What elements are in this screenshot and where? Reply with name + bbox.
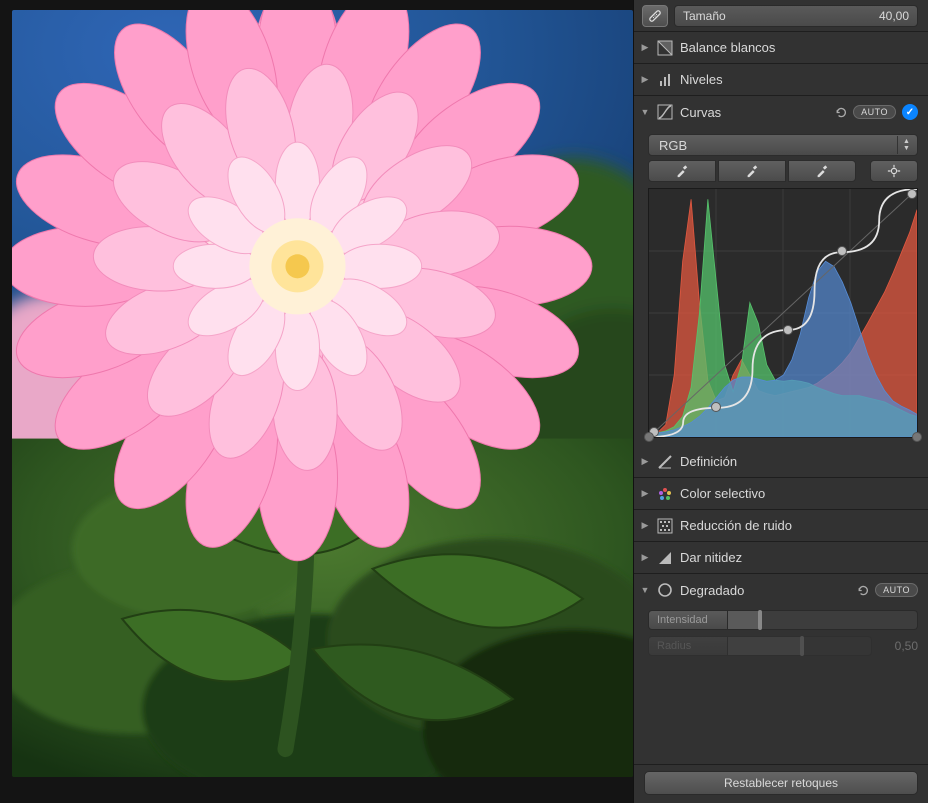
section-label: Niveles [680, 72, 918, 87]
retouch-size-label: Tamaño [683, 9, 726, 23]
vignette-intensity-slider[interactable]: Intensidad [648, 608, 918, 632]
section-white-balance[interactable]: ▶ Balance blancos [634, 32, 928, 64]
vignette-icon [656, 581, 674, 599]
disclosure-icon[interactable]: ▶ [640, 43, 650, 53]
curve-handle[interactable] [837, 246, 847, 256]
eyedropper-icon [745, 164, 759, 178]
undo-icon[interactable] [833, 105, 847, 119]
curve-handle[interactable] [783, 325, 793, 335]
curves-eyedroppers [648, 160, 918, 182]
disclosure-icon[interactable]: ▶ [640, 553, 650, 563]
levels-icon [656, 71, 674, 89]
selective-color-icon [656, 485, 674, 503]
bandage-icon [647, 8, 663, 24]
definition-icon [656, 453, 674, 471]
section-sharpen[interactable]: ▶ Dar nitidez [634, 542, 928, 574]
vignette-radius-slider[interactable]: Radius 0,50 [648, 634, 918, 658]
retouch-size-row: Tamaño 40,00 [634, 0, 928, 32]
retouch-tool-button[interactable] [642, 5, 668, 27]
eyedropper-gray-button[interactable] [718, 160, 786, 182]
curves-channel-select[interactable]: RGB ▲▼ [648, 134, 918, 156]
retouch-size-value: 40,00 [879, 9, 909, 23]
panel-footer: Restablecer retoques [634, 764, 928, 803]
eyedropper-white-button[interactable] [788, 160, 856, 182]
slider-track[interactable] [728, 610, 918, 630]
noise-icon [656, 517, 674, 535]
curve-white-clip-handle[interactable] [912, 432, 922, 442]
slider-label: Radius [648, 636, 728, 656]
eyedropper-icon [675, 164, 689, 178]
disclosure-icon[interactable]: ▶ [640, 75, 650, 85]
section-label: Degradado [680, 583, 849, 598]
undo-icon[interactable] [855, 583, 869, 597]
section-vignette[interactable]: ▼ Degradado AUTO [634, 574, 928, 606]
disclosure-icon[interactable]: ▶ [640, 457, 650, 467]
section-label: Definición [680, 454, 918, 469]
retouch-size-field[interactable]: Tamaño 40,00 [674, 5, 918, 27]
curve-black-clip-handle[interactable] [644, 432, 654, 442]
curves-channel-value: RGB [659, 138, 687, 153]
section-label: Reducción de ruido [680, 518, 918, 533]
reset-adjustments-button[interactable]: Restablecer retoques [644, 771, 918, 795]
auto-button[interactable]: AUTO [875, 583, 918, 597]
section-label: Curvas [680, 105, 827, 120]
disclosure-icon[interactable]: ▼ [640, 107, 650, 117]
section-definition[interactable]: ▶ Definición [634, 446, 928, 478]
slider-thumb[interactable] [758, 610, 762, 630]
curves-graph[interactable] [648, 188, 918, 438]
section-label: Dar nitidez [680, 550, 918, 565]
slider-thumb[interactable] [800, 636, 804, 656]
curves-icon [656, 103, 674, 121]
sharpen-icon [656, 549, 674, 567]
disclosure-icon[interactable]: ▶ [640, 489, 650, 499]
adjustments-panel: Tamaño 40,00 ▶ Balance blancos ▶ Niveles… [633, 0, 928, 803]
curve-handle[interactable] [907, 189, 917, 199]
stepper-arrows-icon: ▲▼ [897, 136, 915, 154]
add-point-button[interactable] [870, 160, 918, 182]
eyedropper-black-button[interactable] [648, 160, 716, 182]
reset-label: Restablecer retoques [724, 776, 838, 790]
target-icon [887, 164, 901, 178]
enable-toggle[interactable]: ✓ [902, 104, 918, 120]
slider-label: Intensidad [648, 610, 728, 630]
section-curves[interactable]: ▼ Curvas AUTO ✓ [634, 96, 928, 128]
section-selective-color[interactable]: ▶ Color selectivo [634, 478, 928, 510]
section-levels[interactable]: ▶ Niveles [634, 64, 928, 96]
disclosure-icon[interactable]: ▶ [640, 521, 650, 531]
image-canvas[interactable] [0, 0, 633, 803]
white-balance-icon [656, 39, 674, 57]
curve-handle[interactable] [711, 402, 721, 412]
slider-track[interactable] [728, 636, 872, 656]
image-preview [12, 10, 633, 777]
section-label: Balance blancos [680, 40, 918, 55]
section-noise-reduction[interactable]: ▶ Reducción de ruido [634, 510, 928, 542]
auto-button[interactable]: AUTO [853, 105, 896, 119]
section-label: Color selectivo [680, 486, 918, 501]
disclosure-icon[interactable]: ▼ [640, 585, 650, 595]
slider-value: 0,50 [872, 639, 918, 653]
eyedropper-icon [815, 164, 829, 178]
